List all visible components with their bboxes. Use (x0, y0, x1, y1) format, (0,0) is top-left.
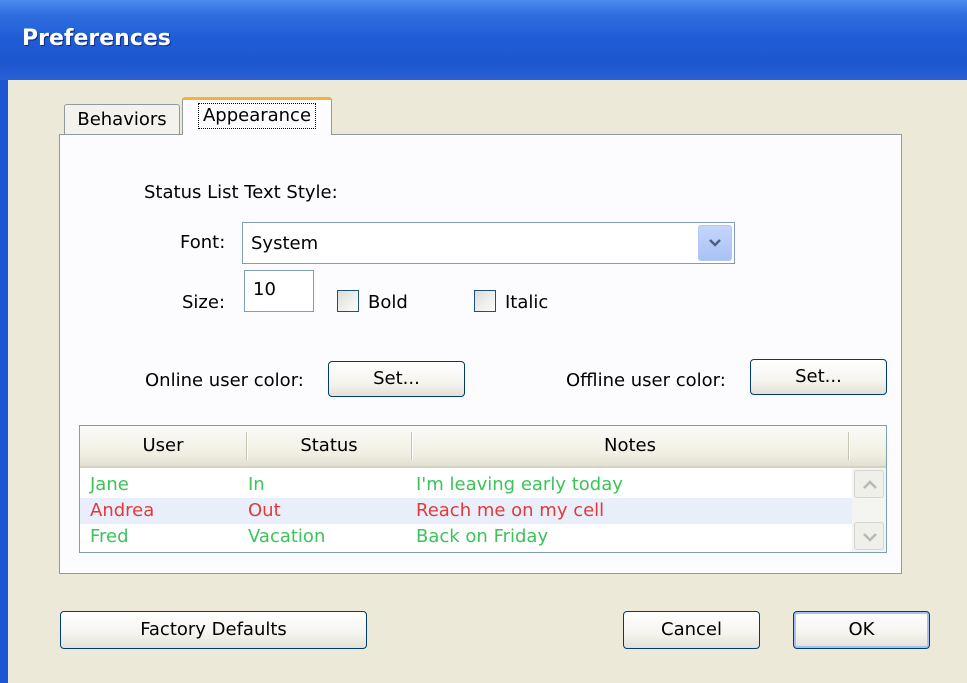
dropdown-button[interactable] (698, 225, 732, 261)
cell-user: Jane (90, 474, 129, 495)
cell-status: Vacation (248, 526, 326, 547)
window-left-border (0, 80, 8, 683)
tab-behaviors-label: Behaviors (77, 109, 167, 130)
online-color-set-button[interactable]: Set... (328, 361, 465, 397)
chevron-up-icon (863, 480, 877, 489)
vertical-scrollbar[interactable] (852, 468, 886, 552)
font-label: Font: (180, 232, 226, 253)
bold-label: Bold (368, 292, 408, 313)
scroll-up-button[interactable] (854, 470, 884, 498)
scroll-down-button[interactable] (854, 522, 884, 550)
offline-user-color-label: Offline user color: (566, 370, 726, 391)
status-list[interactable]: User Status Notes Jane In I'm leaving ea… (79, 425, 887, 553)
offline-color-set-button[interactable]: Set... (750, 359, 887, 395)
font-dropdown-value: System (251, 233, 319, 254)
size-input-value: 10 (253, 279, 276, 300)
cell-notes: Back on Friday (416, 526, 549, 547)
ok-button[interactable]: OK (793, 611, 930, 649)
chevron-down-icon (863, 533, 877, 542)
chevron-down-icon (709, 239, 721, 247)
cell-status: In (248, 474, 265, 495)
list-row[interactable]: Fred Vacation Back on Friday (80, 524, 852, 550)
status-list-header: User Status Notes (80, 426, 886, 468)
cell-user: Andrea (90, 500, 155, 521)
column-divider[interactable] (848, 432, 849, 460)
italic-label: Italic (505, 292, 549, 313)
cancel-button[interactable]: Cancel (623, 611, 760, 649)
factory-defaults-button[interactable]: Factory Defaults (60, 611, 367, 649)
font-dropdown[interactable]: System (242, 222, 735, 264)
size-input[interactable]: 10 (244, 270, 314, 312)
column-header-notes[interactable]: Notes (412, 426, 848, 466)
window-title: Preferences (22, 26, 171, 51)
cell-user: Fred (90, 526, 129, 547)
tab-appearance[interactable]: Appearance (182, 97, 332, 135)
italic-checkbox[interactable] (474, 290, 496, 312)
online-user-color-label: Online user color: (145, 370, 304, 391)
size-label: Size: (182, 292, 226, 313)
column-header-status[interactable]: Status (247, 426, 411, 466)
list-row[interactable]: Andrea Out Reach me on my cell (80, 498, 852, 524)
tab-behaviors[interactable]: Behaviors (64, 104, 180, 134)
list-row[interactable]: Jane In I'm leaving early today (80, 472, 852, 498)
tab-appearance-label: Appearance (197, 103, 317, 129)
cell-notes: I'm leaving early today (416, 474, 623, 495)
column-header-user[interactable]: User (80, 426, 246, 466)
cell-notes: Reach me on my cell (416, 500, 605, 521)
title-bar[interactable]: Preferences (0, 0, 967, 80)
cell-status: Out (248, 500, 281, 521)
bold-checkbox[interactable] (337, 290, 359, 312)
status-list-text-style-label: Status List Text Style: (144, 182, 338, 203)
